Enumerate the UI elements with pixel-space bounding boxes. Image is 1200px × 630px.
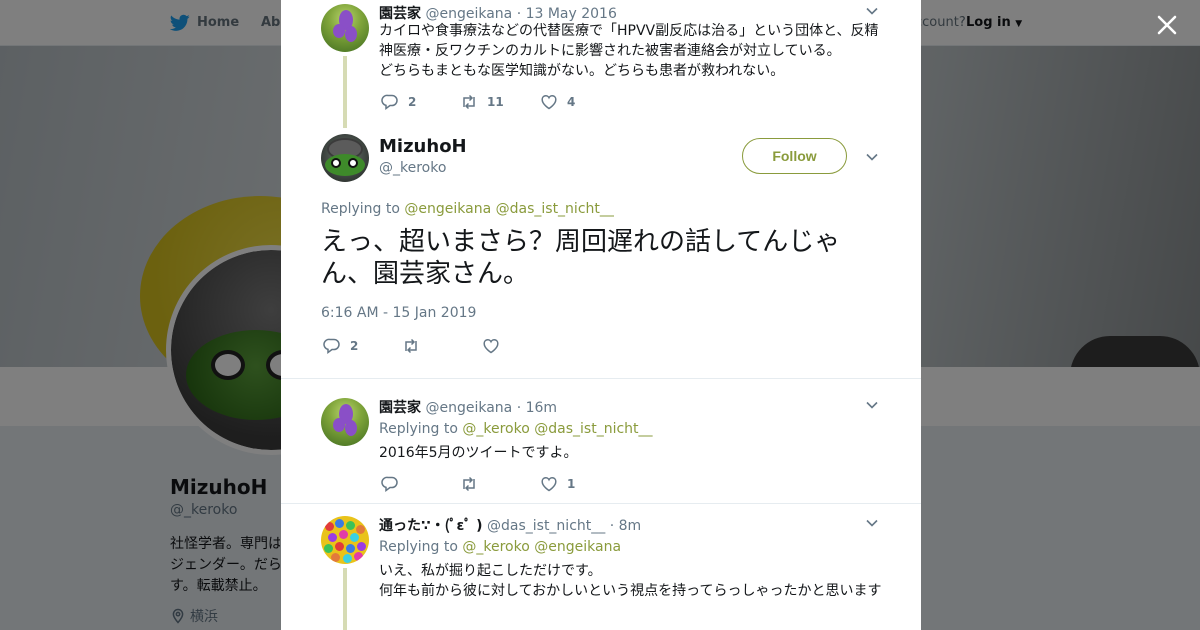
replying-to-label: Replying to [379, 539, 458, 555]
reply-count: 2 [408, 95, 417, 109]
tweet-header: 園芸家 @engeikana · 16m [379, 397, 557, 417]
avatar-dot [324, 544, 333, 553]
tweet-time[interactable]: · 8m [610, 518, 641, 534]
avatar-dot [346, 521, 355, 530]
avatar-eye [331, 158, 341, 168]
display-name[interactable]: 通った∵・(ﾟεﾟ ) [379, 518, 483, 534]
avatar-dot [331, 553, 340, 562]
heart-icon [541, 476, 557, 492]
avatar-dot [350, 533, 359, 542]
like-button[interactable]: 1 [540, 474, 575, 494]
mention-link[interactable]: @engeikana [404, 201, 491, 217]
tweet-text: 2016年5月のツイートですよ。 [379, 445, 578, 461]
mention-link[interactable]: @engeikana [534, 539, 621, 555]
display-name[interactable]: 園芸家 [379, 6, 421, 22]
mention-link[interactable]: @_keroko [462, 421, 529, 437]
reply-button[interactable]: 2 [323, 336, 358, 356]
retweet-button[interactable]: 11 [460, 92, 504, 112]
retweet-icon [463, 94, 475, 110]
heart-icon [541, 94, 557, 110]
replying-to: Replying to @_keroko @engeikana [379, 539, 621, 555]
avatar-petal [333, 24, 345, 38]
avatar[interactable] [321, 398, 369, 446]
retweet-button[interactable] [402, 336, 429, 356]
avatar-dot [335, 519, 344, 528]
reply-icon [381, 476, 398, 492]
avatar-petal [333, 418, 345, 432]
reply-icon [323, 338, 340, 354]
avatar-dot [325, 522, 334, 531]
reply-icon [381, 94, 398, 110]
avatar-petal [345, 26, 357, 42]
tweet-text: いえ、私が掘り起こしただけです。 何年も前から彼に対しておかしいという視点を持っ… [379, 563, 882, 599]
divider [281, 378, 921, 379]
avatar-dot [339, 530, 348, 539]
avatar-dot [346, 544, 355, 553]
username[interactable]: @das_ist_nicht__ [487, 518, 605, 534]
replying-to: Replying to @engeikana @das_ist_nicht__ [321, 201, 614, 217]
thread-line [343, 56, 347, 128]
tweet-timestamp[interactable]: 6:16 AM - 15 Jan 2019 [321, 305, 476, 321]
heart-icon [483, 338, 499, 354]
like-count: 1 [567, 477, 576, 491]
replying-to: Replying to @_keroko @das_ist_nicht__ [379, 421, 653, 437]
avatar-dot [328, 533, 337, 542]
mention-link[interactable]: @das_ist_nicht__ [534, 421, 652, 437]
tweet-text: カイロや食事療法などの代替医療で「HPVV副反応は治る」という団体と、反精神医療… [379, 23, 879, 79]
display-name[interactable]: 園芸家 [379, 400, 421, 416]
like-count: 4 [567, 95, 576, 109]
like-button[interactable] [482, 336, 509, 356]
chevron-down-icon[interactable] [865, 4, 879, 18]
username[interactable]: @_keroko [379, 160, 446, 176]
mention-link[interactable]: @_keroko [462, 539, 529, 555]
like-button[interactable]: 4 [540, 92, 575, 112]
avatar-dot [357, 542, 366, 551]
username[interactable]: @engeikana [425, 6, 512, 22]
retweet-count: 11 [487, 95, 504, 109]
tweet-time[interactable]: · 13 May 2016 [517, 6, 617, 22]
reply-button[interactable] [381, 474, 408, 494]
divider [281, 503, 921, 504]
tweet-time[interactable]: · 16m [517, 400, 557, 416]
replying-to-label: Replying to [379, 421, 458, 437]
avatar[interactable] [321, 4, 369, 52]
avatar[interactable] [321, 134, 369, 182]
username[interactable]: @engeikana [425, 400, 512, 416]
retweet-icon [405, 338, 417, 354]
avatar[interactable] [321, 516, 369, 564]
close-icon[interactable] [1152, 10, 1182, 40]
follow-button[interactable]: Follow [742, 138, 847, 174]
display-name[interactable]: MizuhoH [379, 136, 467, 157]
replying-to-label: Replying to [321, 201, 400, 217]
avatar-dot [343, 554, 352, 563]
mention-link[interactable]: @das_ist_nicht__ [496, 201, 614, 217]
retweet-icon [463, 476, 475, 492]
avatar-petal [345, 420, 357, 436]
avatar-dot [356, 525, 365, 534]
avatar-dot [354, 552, 363, 561]
chevron-down-icon[interactable] [865, 398, 879, 412]
tweet-text: えっ、超いまさら？周回遅れの話してんじゃん、園芸家さん。 [321, 227, 841, 289]
chevron-down-icon[interactable] [865, 516, 879, 530]
thread-line [343, 568, 347, 630]
avatar-dot [335, 542, 344, 551]
tweet-header: 園芸家 @engeikana · 13 May 2016 [379, 3, 617, 23]
avatar-eye [348, 158, 358, 168]
tweet-header: 通った∵・(ﾟεﾟ ) @das_ist_nicht__ · 8m [379, 515, 641, 535]
reply-button[interactable]: 2 [381, 92, 416, 112]
tweet-permalink-modal: 園芸家 @engeikana · 13 May 2016 カイロや食事療法などの… [281, 0, 921, 630]
chevron-down-icon[interactable] [865, 150, 879, 164]
retweet-button[interactable] [460, 474, 487, 494]
reply-count: 2 [350, 339, 359, 353]
